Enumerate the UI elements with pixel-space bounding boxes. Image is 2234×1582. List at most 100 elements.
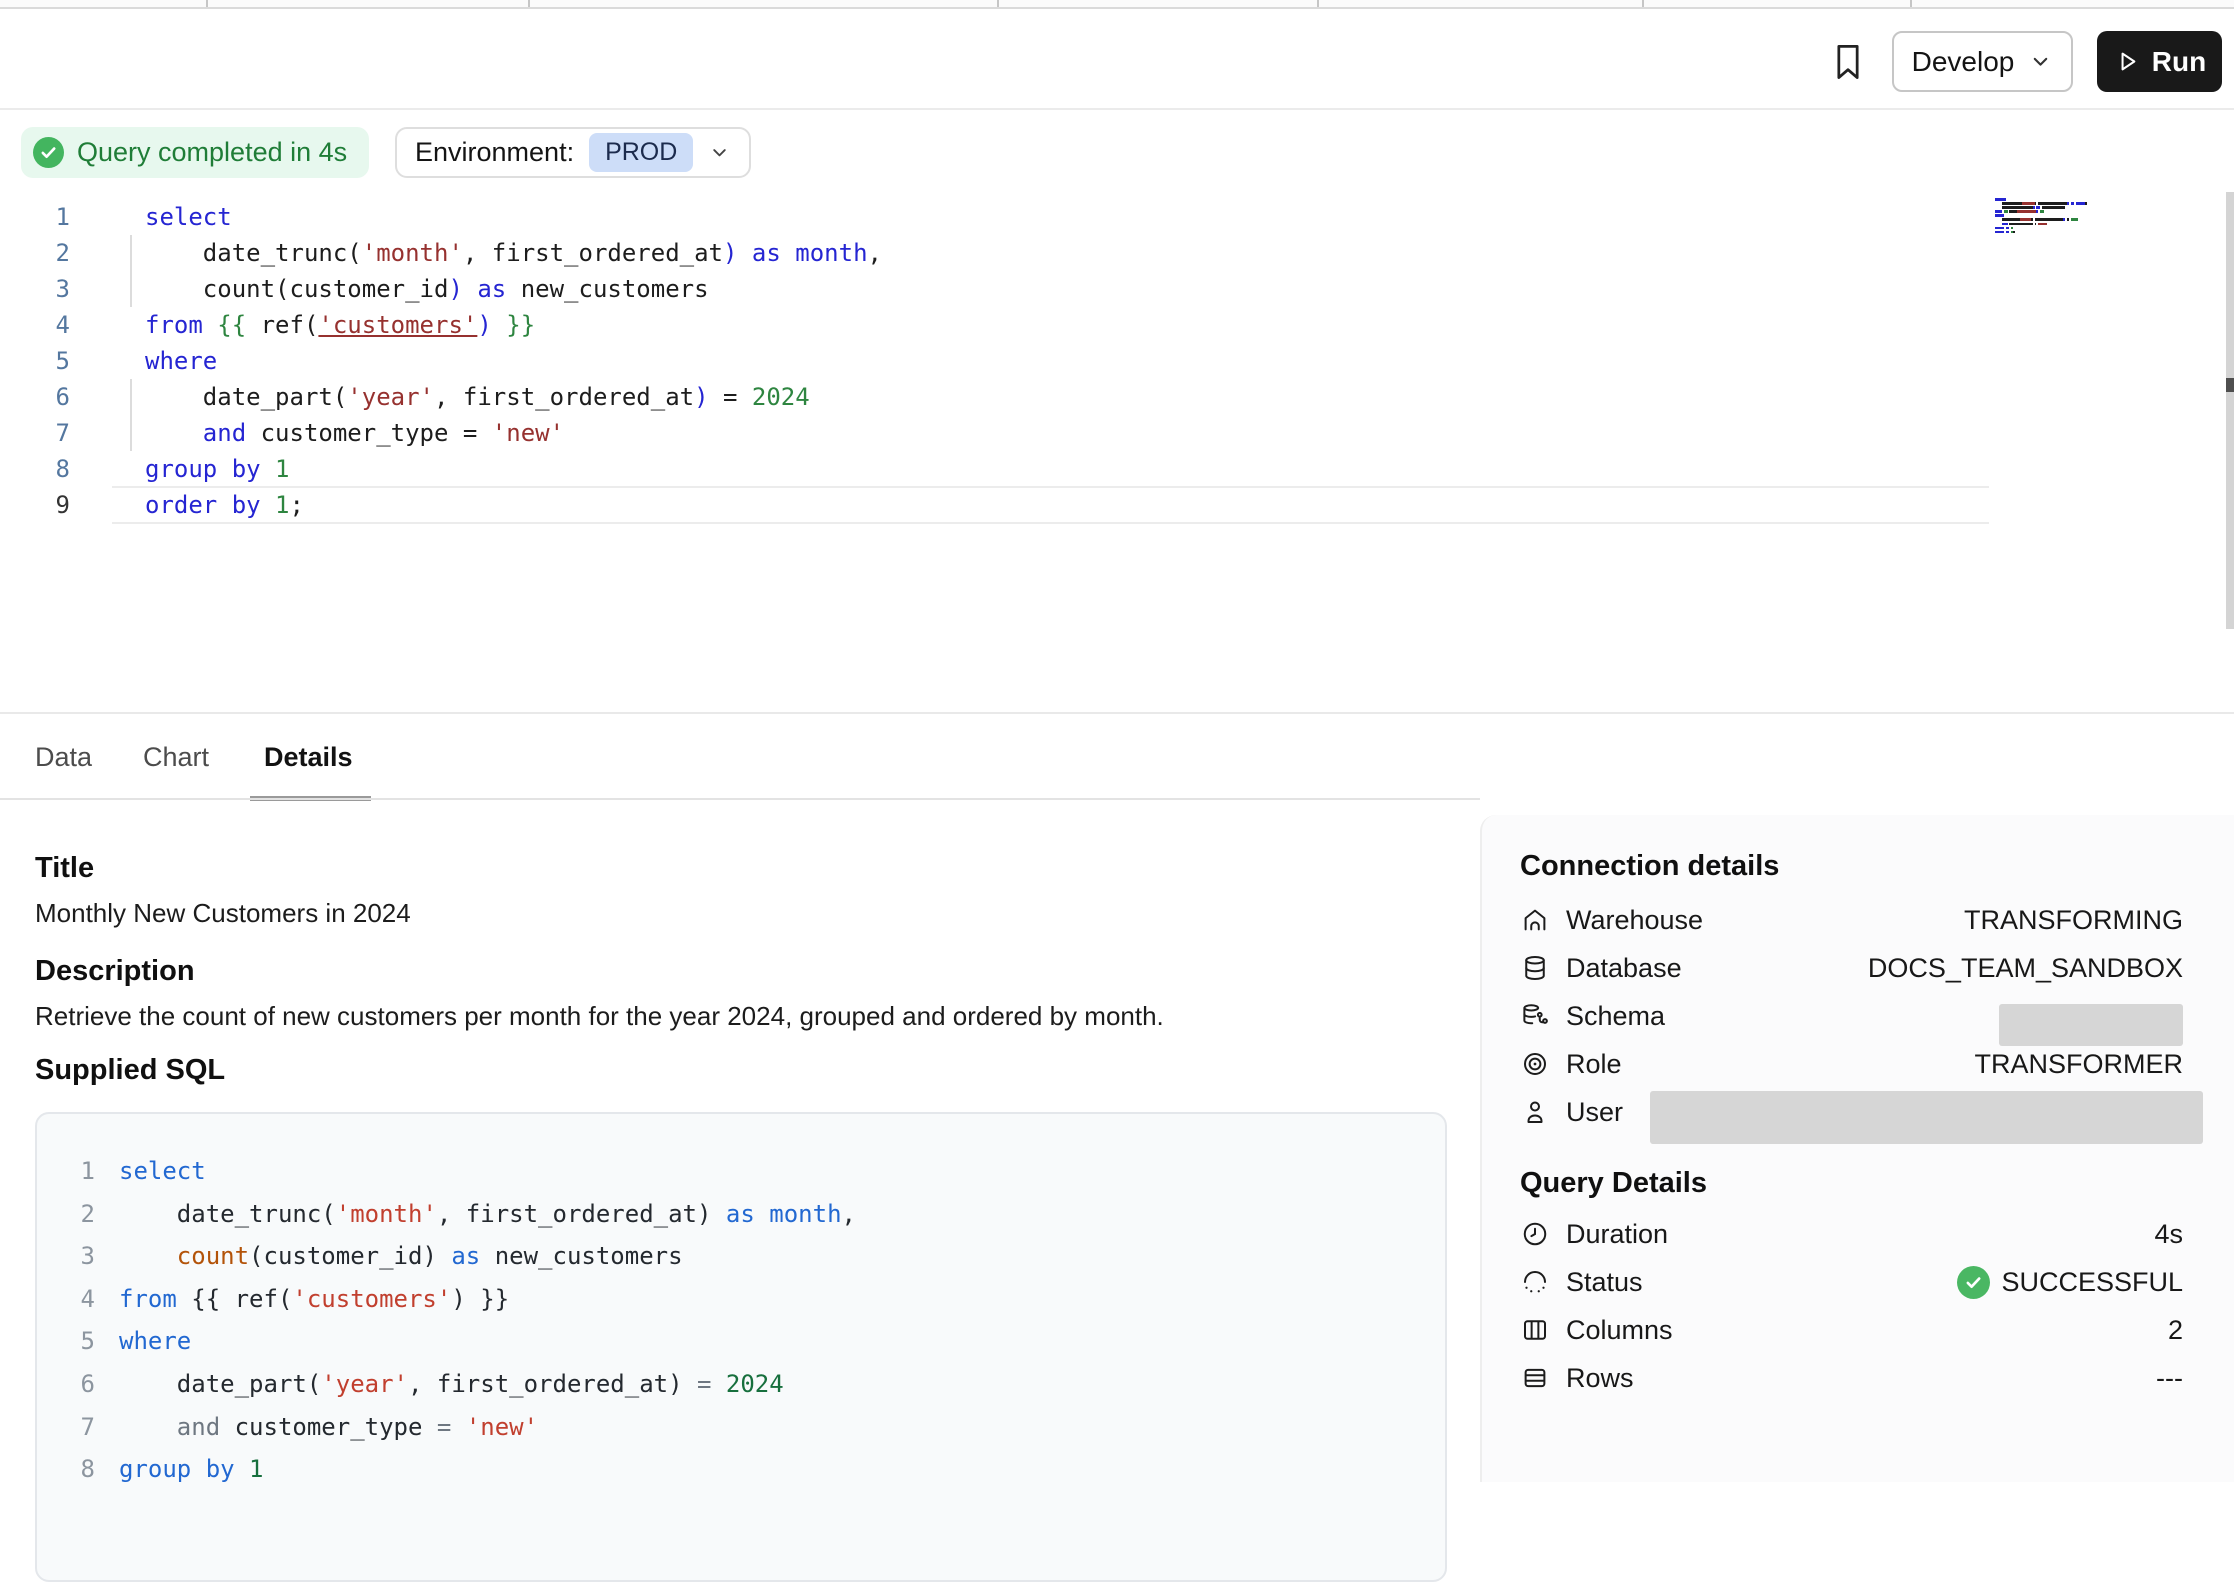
tab-separator: [206, 0, 208, 7]
environment-dropdown[interactable]: Environment: PROD: [395, 127, 751, 178]
row-label: Status: [1566, 1267, 1643, 1298]
line-number: 7: [37, 1406, 95, 1449]
query-details-heading: Query Details: [1520, 1165, 2183, 1201]
check-circle-icon: [1957, 1266, 1990, 1299]
code-text: count(customer_id) as new_customers: [119, 1235, 683, 1278]
line-number: 4: [37, 1278, 95, 1321]
duration-icon: [1520, 1219, 1550, 1249]
query-status-badge: Query completed in 4s: [21, 127, 369, 178]
rows-icon: [1520, 1363, 1550, 1393]
row-value: TRANSFORMER: [1975, 1049, 2184, 1080]
tab-separator: [1317, 0, 1319, 7]
code-line: 3 count(customer_id) as new_customers: [0, 271, 2234, 307]
bookmark-button[interactable]: [1826, 37, 1874, 87]
code-text: from {{ ref('customers') }}: [119, 1278, 509, 1321]
row-value: SUCCESSFUL: [2001, 1267, 2183, 1298]
line-number: 5: [37, 1320, 95, 1363]
database-icon: [1520, 953, 1550, 983]
tab-separator: [528, 0, 530, 7]
detail-row: Duration4s: [1520, 1210, 2183, 1258]
code-text: group by 1: [119, 1448, 264, 1491]
code-text: and customer_type = 'new': [145, 415, 564, 451]
chevron-down-icon: [708, 141, 731, 164]
tab-data[interactable]: Data: [35, 714, 92, 800]
sql-editor[interactable]: 1select2 date_trunc('month', first_order…: [0, 199, 2234, 523]
line-number: 4: [0, 307, 70, 343]
line-number: 2: [37, 1193, 95, 1236]
code-line: 2 date_trunc('month', first_ordered_at) …: [0, 235, 2234, 271]
indent-guide: [130, 235, 132, 271]
indent-guide: [130, 271, 132, 307]
detail-row: Rows---: [1520, 1354, 2183, 1402]
app-header: Develop Run: [0, 9, 2234, 110]
code-text: date_trunc('month', first_ordered_at) as…: [119, 1193, 856, 1236]
line-number: 6: [0, 379, 70, 415]
status-icon: [1520, 1267, 1550, 1297]
environment-value-badge: PROD: [589, 133, 693, 172]
code-line: 7 and customer_type = 'new': [0, 415, 2234, 451]
warehouse-icon: [1520, 905, 1550, 935]
top-tab-strip: [0, 0, 2234, 9]
code-line: 8 group by 1: [0, 451, 2234, 487]
tab-separator: [997, 0, 999, 7]
code-line: 7 and customer_type = 'new': [37, 1406, 1445, 1449]
tab-chart[interactable]: Chart: [143, 714, 209, 800]
indent-guide: [130, 415, 132, 451]
line-number: 3: [0, 271, 70, 307]
code-line: 3 count(customer_id) as new_customers: [37, 1235, 1445, 1278]
tabs-bottom-border: [0, 798, 1480, 800]
line-number: 9: [0, 487, 70, 523]
row-label: Warehouse: [1566, 905, 1703, 936]
run-button[interactable]: Run: [2097, 31, 2222, 92]
editor-minimap[interactable]: [1995, 198, 2107, 235]
line-number: 6: [37, 1363, 95, 1406]
line-number: 8: [0, 451, 70, 487]
code-text: date_trunc('month', first_ordered_at) as…: [145, 235, 882, 271]
code-line: 5where: [37, 1320, 1445, 1363]
code-text: from {{ ref('customers') }}: [145, 307, 535, 343]
line-number: 2: [0, 235, 70, 271]
run-label: Run: [2152, 46, 2206, 78]
code-line: 4 from {{ ref('customers') }}: [0, 307, 2234, 343]
user-icon: [1520, 1097, 1550, 1127]
line-number: 1: [37, 1150, 95, 1193]
tab-separator: [1642, 0, 1644, 7]
row-label: Rows: [1566, 1363, 1634, 1394]
check-circle-icon: [33, 137, 64, 168]
develop-button[interactable]: Develop: [1892, 31, 2073, 92]
row-label: Role: [1566, 1049, 1622, 1080]
row-label: User: [1566, 1097, 1623, 1128]
play-icon: [2113, 48, 2140, 75]
status-success-badge: SUCCESSFUL: [1957, 1266, 2183, 1299]
results-tabs: Data Chart Details: [0, 712, 2234, 800]
detail-row: WarehouseTRANSFORMING: [1520, 896, 2183, 944]
line-number: 1: [0, 199, 70, 235]
description-heading: Description: [35, 953, 195, 989]
line-number: 5: [0, 343, 70, 379]
redacted-value: [1650, 1091, 2203, 1144]
code-text: date_part('year', first_ordered_at) = 20…: [119, 1363, 784, 1406]
connection-details-panel: Connection details WarehouseTRANSFORMING…: [1480, 815, 2234, 1482]
code-line: 1 select: [37, 1150, 1445, 1193]
columns-icon: [1520, 1315, 1550, 1345]
supplied-sql-block: 1select2 date_trunc('month', first_order…: [35, 1112, 1447, 1582]
code-line: 2 date_trunc('month', first_ordered_at) …: [37, 1193, 1445, 1236]
code-text: select: [119, 1150, 206, 1193]
tab-details[interactable]: Details: [264, 714, 353, 800]
row-label: Columns: [1566, 1315, 1673, 1346]
environment-label: Environment:: [415, 137, 574, 168]
supplied-sql-heading: Supplied SQL: [35, 1052, 225, 1088]
code-text: group by 1: [145, 451, 290, 487]
code-text: count(customer_id) as new_customers: [145, 271, 709, 307]
scrollbar-thumb[interactable]: [2226, 378, 2234, 392]
editor-scrollbar[interactable]: [2226, 192, 2234, 629]
code-line: 6 date_part('year', first_ordered_at) = …: [0, 379, 2234, 415]
query-status-text: Query completed in 4s: [77, 137, 347, 168]
row-label: Schema: [1566, 1001, 1665, 1032]
role-icon: [1520, 1049, 1550, 1079]
tab-separator: [1910, 0, 1912, 7]
code-text: select: [145, 199, 232, 235]
schema-icon: [1520, 1001, 1550, 1031]
title-heading: Title: [35, 850, 94, 886]
detail-row: Role TRANSFORMER: [1520, 1040, 2183, 1088]
